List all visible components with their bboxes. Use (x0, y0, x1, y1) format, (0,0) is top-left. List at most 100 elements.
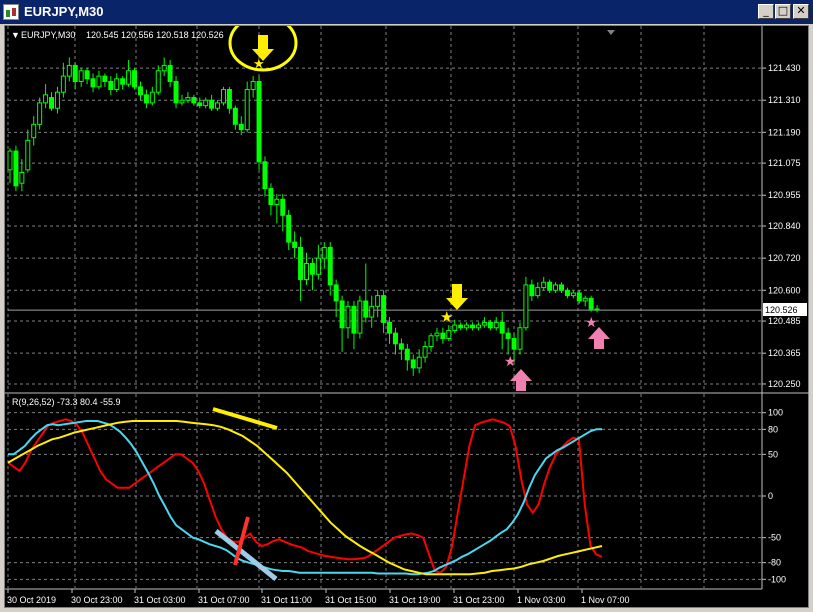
candle-bull (37, 102, 43, 125)
chart-window-icon (3, 4, 19, 20)
price-tick-label: 120.365 (768, 348, 801, 358)
time-tick-label: 31 Oct 03:00 (134, 595, 186, 605)
candle-bull (493, 321, 499, 329)
candle-bear (558, 284, 564, 291)
candle-bear (470, 324, 476, 329)
close-button[interactable]: ✕ (793, 4, 809, 19)
candle-bear (90, 78, 96, 88)
candle-bull (19, 171, 25, 184)
candle-bear (404, 348, 410, 361)
price-tick-label: 120.600 (768, 285, 801, 295)
candles (7, 57, 600, 376)
yellow-trendline (212, 407, 278, 430)
candle-bull (541, 281, 547, 289)
indicator-series-line (8, 420, 602, 576)
candle-bull (114, 78, 120, 91)
window-titlebar[interactable]: EURJPY,M30 _ □ ✕ (0, 0, 813, 24)
up-arrow-icon (588, 327, 610, 349)
candle-bull (304, 263, 309, 281)
price-tick-label: 120.485 (768, 316, 801, 326)
candle-bull (250, 80, 256, 91)
candle-bull (244, 89, 250, 131)
candle-bear (137, 86, 143, 96)
candle-bull (481, 321, 487, 326)
candle-bear (298, 246, 304, 281)
candle-bull (475, 324, 481, 329)
lightblue-trendline (214, 529, 278, 581)
candle-bull (126, 70, 132, 85)
candle-bear (381, 295, 387, 323)
candle-bear (564, 289, 570, 297)
candle-bear (143, 94, 149, 104)
candle-bear (72, 64, 78, 82)
maximize-button[interactable]: □ (775, 4, 791, 19)
chart-shift-marker[interactable] (607, 30, 615, 35)
star-icon: ★ (440, 309, 453, 326)
time-tick-label: 31 Oct 23:00 (453, 595, 505, 605)
candle-bear (398, 343, 404, 350)
candle-bear (120, 78, 126, 85)
star-icon: ★ (253, 56, 265, 71)
candle-bear (102, 75, 108, 82)
indicator-tick-label: -100 (768, 574, 786, 584)
indicator-lines (7, 418, 603, 576)
candle-bull (203, 99, 209, 107)
candle-bear (392, 332, 398, 345)
candle-bear (499, 321, 505, 334)
time-tick-label: 1 Nov 07:00 (581, 595, 630, 605)
window-title: EURJPY,M30 (24, 4, 104, 19)
time-tick-label: 31 Oct 19:00 (389, 595, 441, 605)
candle-bear (262, 161, 268, 190)
candle-bull (31, 123, 37, 139)
minimize-button[interactable]: _ (758, 4, 774, 19)
candle-bull (422, 345, 428, 358)
candle-bear (209, 99, 215, 109)
candle-bull (570, 292, 576, 297)
chart-menu-arrow[interactable]: ▼ (11, 30, 20, 40)
price-tick-label: 120.840 (768, 221, 801, 231)
chart-window[interactable]: ★ ★ ★ ★ ▼ EURJPY,M30 120.545 120.556 120… (4, 25, 810, 609)
time-tick-label: 30 Oct 23:00 (71, 595, 123, 605)
time-tick-label: 1 Nov 03:00 (517, 595, 566, 605)
star-icon: ★ (585, 314, 598, 330)
chart-symbol: EURJPY,M30 (21, 30, 75, 40)
indicator-tick-label: 50 (768, 449, 778, 459)
candle-bear (458, 324, 464, 329)
candle-bear (286, 214, 292, 243)
candle-bear (547, 281, 553, 291)
candle-bear (226, 89, 232, 109)
candle-bull (428, 335, 434, 347)
candle-bull (274, 198, 280, 206)
candle-bull (357, 300, 363, 334)
candle-bear (529, 284, 535, 297)
chart-canvas[interactable]: ★ ★ ★ ★ ▼ EURJPY,M30 120.545 120.556 120… (5, 26, 810, 609)
candle-bull (434, 332, 440, 337)
indicator-tick-label: 0 (768, 491, 773, 501)
time-tick-label: 31 Oct 15:00 (325, 595, 377, 605)
candle-bull (582, 297, 588, 302)
candle-bull (446, 329, 452, 339)
price-tick-label: 121.430 (768, 63, 801, 73)
indicator-tick-label: 100 (768, 408, 783, 418)
down-arrow-icon (446, 284, 468, 310)
candle-bull (7, 150, 13, 171)
price-tick-label: 120.955 (768, 190, 801, 200)
candle-bull (179, 99, 185, 104)
candle-bear (487, 321, 493, 329)
candle-bear (292, 241, 298, 248)
candle-bear (268, 188, 274, 206)
candle-bear (511, 337, 517, 350)
indicator-tick-label: 80 (768, 424, 778, 434)
candle-bull (25, 139, 31, 171)
candle-bull (464, 324, 470, 329)
candle-bull (161, 64, 167, 72)
candle-bear (232, 107, 238, 125)
candle-bull (369, 305, 375, 318)
candle-bull (345, 305, 351, 329)
candle-bull (43, 94, 49, 104)
time-tick-label: 31 Oct 11:00 (261, 595, 312, 605)
price-grid (5, 26, 810, 590)
candle-bull (517, 327, 523, 350)
price-tick-label: 121.190 (768, 127, 801, 137)
candle-bull (523, 284, 529, 329)
